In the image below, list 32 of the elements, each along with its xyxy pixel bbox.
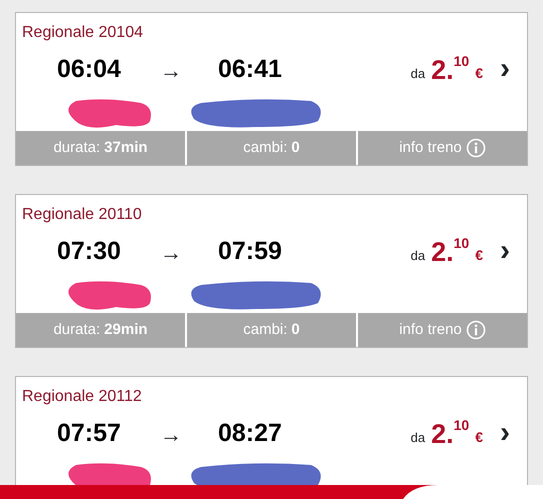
info-icon bbox=[466, 320, 486, 340]
currency: € bbox=[475, 64, 483, 82]
arrival-time: 06:41 bbox=[218, 55, 282, 84]
arrival-time: 08:27 bbox=[218, 419, 282, 448]
train-title: Regionale 20110 bbox=[21, 205, 142, 225]
price: 2.$^{10}$ bbox=[431, 416, 470, 451]
price-prefix: da bbox=[410, 65, 426, 84]
currency: € bbox=[475, 428, 483, 446]
departure-time: 06:04 bbox=[57, 55, 121, 84]
train-title: Regionale 20104 bbox=[21, 23, 143, 43]
chevron-icon[interactable]: › bbox=[483, 46, 527, 90]
info-icon bbox=[466, 138, 486, 158]
arrow-icon: → bbox=[160, 422, 182, 446]
duration-label: durata: 29min bbox=[52, 320, 149, 340]
train-card[interactable]: Regionale 20110 07:30 → 07:59 da 2.$^{10}$ € › durata: 29min cambi: 0 info treno bbox=[15, 194, 528, 348]
price-prefix: da bbox=[410, 429, 426, 448]
chevron-icon[interactable]: › bbox=[483, 228, 527, 272]
departure-time: 07:57 bbox=[57, 419, 121, 448]
price: 2.$^{10}$ bbox=[431, 234, 470, 269]
train-card[interactable]: Regionale 20104 06:04 → 06:41 da 2.$^{10}$ € › durata: 37min cambi: 0 info treno bbox=[15, 12, 528, 166]
changes-label: cambi: 0 bbox=[185, 131, 356, 165]
price-prefix: da bbox=[410, 247, 426, 266]
changes-label: cambi: 0 bbox=[185, 313, 356, 347]
currency: € bbox=[475, 246, 483, 264]
arrow-icon: → bbox=[160, 240, 182, 264]
arrow-icon: → bbox=[160, 58, 182, 82]
train-title: Regionale 20112 bbox=[21, 387, 142, 407]
duration-label: durata: 37min bbox=[52, 138, 149, 158]
chevron-icon[interactable]: › bbox=[483, 410, 527, 454]
price: 2.$^{10}$ bbox=[431, 52, 470, 87]
departure-time: 07:30 bbox=[57, 237, 121, 266]
arrival-time: 07:59 bbox=[218, 237, 282, 266]
